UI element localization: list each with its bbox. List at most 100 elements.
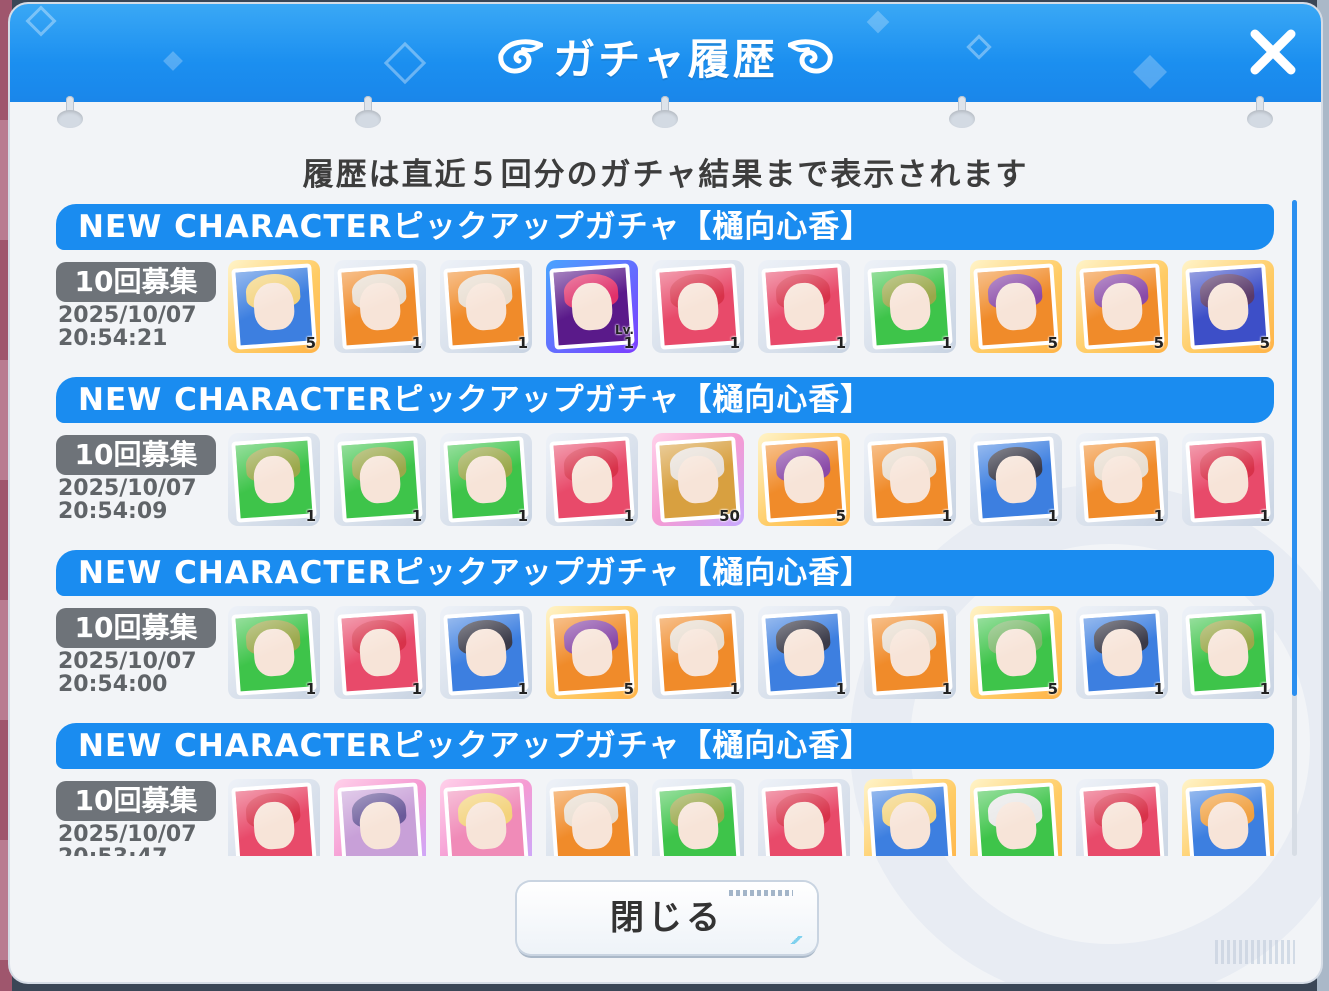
result-card[interactable]: 1 [864, 260, 956, 353]
character-portrait [1079, 263, 1165, 350]
scrollbar-thumb[interactable] [1292, 200, 1297, 696]
character-portrait [337, 782, 423, 856]
close-icon[interactable] [1243, 22, 1303, 82]
result-card[interactable]: 1 [334, 433, 426, 526]
result-card[interactable]: 5 [970, 606, 1062, 699]
card-level: 1 [941, 334, 952, 352]
binder-ring [355, 96, 381, 136]
character-portrait [1185, 436, 1271, 523]
result-card[interactable]: 1 [652, 606, 744, 699]
result-card[interactable] [334, 779, 426, 856]
card-level: 1 [941, 507, 952, 525]
card-level: 5 [1047, 680, 1058, 698]
character-portrait [867, 782, 953, 856]
result-card[interactable]: 1 [1182, 433, 1274, 526]
result-card[interactable] [440, 779, 532, 856]
card-level: 1 [1047, 507, 1058, 525]
result-card[interactable]: 5 [228, 260, 320, 353]
result-card[interactable] [228, 779, 320, 856]
result-card[interactable]: 1 [334, 260, 426, 353]
character-portrait [1079, 782, 1165, 856]
character-portrait [1185, 609, 1271, 696]
pull-count-badge: 10回募集 [56, 608, 216, 648]
character-portrait [973, 782, 1059, 856]
result-card[interactable]: 1 [440, 606, 532, 699]
gacha-banner-title: NEW CHARACTERピックアップガチャ【樋向心香】 [56, 723, 1274, 769]
character-portrait [337, 609, 423, 696]
binder-ring [652, 96, 678, 136]
result-card[interactable]: 1 [1182, 606, 1274, 699]
character-portrait [761, 782, 847, 856]
pull-date: 2025/10/07 [58, 822, 197, 847]
pull-time: 20:54:09 [58, 499, 168, 524]
result-card[interactable]: 1 [1076, 433, 1168, 526]
card-level: 1 [1259, 507, 1270, 525]
pull-datetime: 2025/10/07 20:54:09 [58, 477, 228, 523]
gacha-banner-title: NEW CHARACTERピックアップガチャ【樋向心香】 [56, 204, 1274, 250]
result-card[interactable]: 5 [970, 260, 1062, 353]
result-card[interactable]: 1 [758, 606, 850, 699]
result-card[interactable]: 1 [228, 606, 320, 699]
pull-count-badge: 10回募集 [56, 262, 216, 302]
result-card[interactable]: 1 [864, 433, 956, 526]
pull-time: 20:54:00 [58, 672, 168, 697]
character-portrait [867, 263, 953, 350]
card-level: 5 [1153, 334, 1164, 352]
result-card[interactable] [970, 779, 1062, 856]
result-card[interactable]: 5 [546, 606, 638, 699]
character-portrait [443, 436, 529, 523]
result-card[interactable] [652, 779, 744, 856]
character-portrait [1185, 782, 1271, 856]
scrollbar[interactable] [1292, 200, 1297, 856]
card-level: 1 [411, 334, 422, 352]
binder-ring [949, 96, 975, 136]
result-card[interactable]: 1 [228, 433, 320, 526]
card-level: 1 [305, 507, 316, 525]
result-card[interactable] [864, 779, 956, 856]
result-card[interactable]: 1 [546, 433, 638, 526]
history-entry: NEW CHARACTERピックアップガチャ【樋向心香】 10回募集 2025/10… [56, 200, 1274, 373]
card-level: 1 [1259, 680, 1270, 698]
card-level: 1 [1153, 507, 1164, 525]
result-card[interactable]: 1 [1076, 606, 1168, 699]
modal-title: ガチャ履歴 [553, 35, 778, 84]
result-card[interactable] [758, 779, 850, 856]
card-level: 1 [411, 507, 422, 525]
history-list[interactable]: NEW CHARACTERピックアップガチャ【樋向心香】 10回募集 2025/10… [56, 200, 1274, 856]
result-card[interactable]: 1 [864, 606, 956, 699]
pull-datetime: 2025/10/0720:53:47 [58, 823, 228, 856]
character-portrait [443, 782, 529, 856]
result-card[interactable]: 1 [758, 260, 850, 353]
result-card[interactable]: 1 [334, 606, 426, 699]
result-card[interactable]: 1 [440, 260, 532, 353]
card-level: 1 [411, 680, 422, 698]
character-portrait [973, 263, 1059, 350]
result-card[interactable] [1182, 779, 1274, 856]
result-card[interactable]: 5 [1076, 260, 1168, 353]
result-card[interactable] [1076, 779, 1168, 856]
character-portrait [655, 782, 741, 856]
result-card[interactable]: 1 [970, 433, 1062, 526]
result-card[interactable]: 1 [652, 260, 744, 353]
character-portrait [549, 609, 635, 696]
character-portrait [761, 263, 847, 350]
card-level: 5 [623, 680, 634, 698]
result-card[interactable] [546, 779, 638, 856]
close-button[interactable]: 閉じる [517, 882, 817, 954]
history-entry: NEW CHARACTERピックアップガチャ【樋向心香】 10回募集 2025/10… [56, 719, 1274, 856]
result-card[interactable]: 5 [1182, 260, 1274, 353]
character-portrait [231, 782, 317, 856]
character-portrait [973, 609, 1059, 696]
history-notice: 履歴は直近５回分のガチャ結果まで表示されます [302, 157, 1029, 193]
modal-header: ガチャ履歴 [10, 4, 1321, 102]
gacha-banner-title: NEW CHARACTERピックアップガチャ【樋向心香】 [56, 550, 1274, 596]
result-card[interactable]: Lv. 1 [546, 260, 638, 353]
title-wrap: ガチャ履歴 [10, 26, 1321, 87]
result-card[interactable]: 5 [758, 433, 850, 526]
card-level: 1 [1153, 680, 1164, 698]
result-card[interactable]: 1 [440, 433, 532, 526]
pull-date: 2025/10/07 [58, 649, 197, 674]
gacha-history-modal: ガチャ履歴 履歴は直近５回分のガチャ結果まで表示されます NEW CHARACT… [10, 4, 1321, 982]
history-entry: NEW CHARACTERピックアップガチャ【樋向心香】 10回募集 2025/10… [56, 546, 1274, 719]
result-card[interactable]: 50 [652, 433, 744, 526]
